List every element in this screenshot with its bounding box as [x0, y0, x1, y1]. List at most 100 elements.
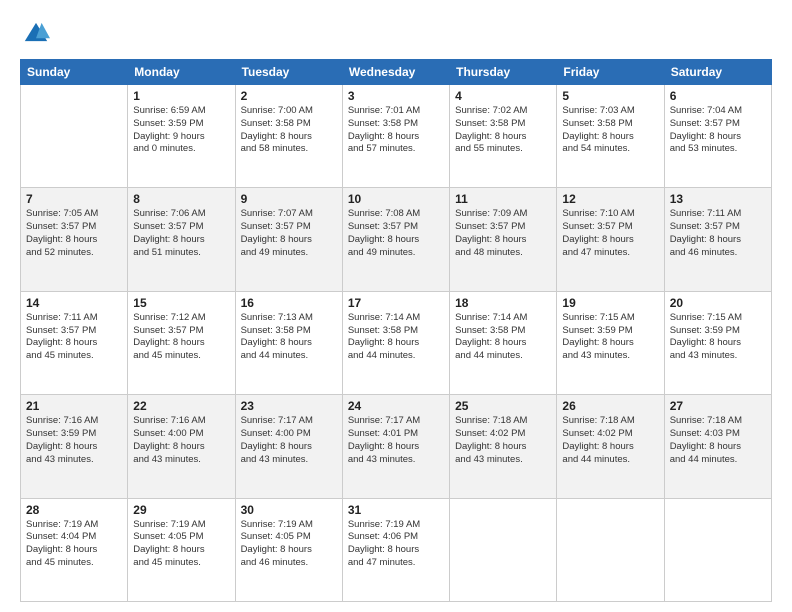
day-number: 1 [133, 89, 229, 103]
cell-content: Sunrise: 7:11 AMSunset: 3:57 PMDaylight:… [26, 312, 122, 363]
cell-content: Sunrise: 7:18 AMSunset: 4:02 PMDaylight:… [455, 415, 551, 466]
day-number: 18 [455, 296, 551, 310]
calendar-cell: 28 Sunrise: 7:19 AMSunset: 4:04 PMDayligh… [21, 498, 128, 601]
logo-icon [22, 18, 50, 46]
calendar-cell [664, 498, 771, 601]
calendar-cell: 1 Sunrise: 6:59 AMSunset: 3:59 PMDaylight… [128, 85, 235, 188]
calendar-cell: 4 Sunrise: 7:02 AMSunset: 3:58 PMDaylight… [450, 85, 557, 188]
day-number: 5 [562, 89, 658, 103]
day-number: 30 [241, 503, 337, 517]
calendar-cell: 23 Sunrise: 7:17 AMSunset: 4:00 PMDayligh… [235, 395, 342, 498]
day-number: 22 [133, 399, 229, 413]
cell-content: Sunrise: 7:19 AMSunset: 4:05 PMDaylight:… [133, 519, 229, 570]
day-number: 19 [562, 296, 658, 310]
day-number: 10 [348, 192, 444, 206]
cell-content: Sunrise: 7:14 AMSunset: 3:58 PMDaylight:… [348, 312, 444, 363]
day-number: 26 [562, 399, 658, 413]
cell-content: Sunrise: 7:16 AMSunset: 3:59 PMDaylight:… [26, 415, 122, 466]
calendar-cell: 19 Sunrise: 7:15 AMSunset: 3:59 PMDayligh… [557, 291, 664, 394]
calendar-cell: 7 Sunrise: 7:05 AMSunset: 3:57 PMDaylight… [21, 188, 128, 291]
day-number: 20 [670, 296, 766, 310]
calendar-cell: 24 Sunrise: 7:17 AMSunset: 4:01 PMDayligh… [342, 395, 449, 498]
calendar-cell: 17Sunrise: 7:14 AMSunset: 3:58 PMDayligh… [342, 291, 449, 394]
calendar-cell: 30 Sunrise: 7:19 AMSunset: 4:05 PMDayligh… [235, 498, 342, 601]
calendar-cell [450, 498, 557, 601]
calendar-cell: 21 Sunrise: 7:16 AMSunset: 3:59 PMDayligh… [21, 395, 128, 498]
day-number: 16 [241, 296, 337, 310]
day-number: 31 [348, 503, 444, 517]
cell-content: Sunrise: 7:15 AMSunset: 3:59 PMDaylight:… [562, 312, 658, 363]
calendar-table: Sunday Monday Tuesday Wednesday Thursday… [20, 59, 772, 602]
calendar-cell: 25 Sunrise: 7:18 AMSunset: 4:02 PMDayligh… [450, 395, 557, 498]
day-number: 7 [26, 192, 122, 206]
day-number: 12 [562, 192, 658, 206]
day-number: 3 [348, 89, 444, 103]
day-number: 28 [26, 503, 122, 517]
calendar-cell: 20 Sunrise: 7:15 AMSunset: 3:59 PMDayligh… [664, 291, 771, 394]
calendar-cell: 15Sunrise: 7:12 AMSunset: 3:57 PMDayligh… [128, 291, 235, 394]
cell-content: Sunrise: 7:18 AMSunset: 4:03 PMDaylight:… [670, 415, 766, 466]
page: Sunday Monday Tuesday Wednesday Thursday… [0, 0, 792, 612]
day-number: 24 [348, 399, 444, 413]
header-friday: Friday [557, 60, 664, 85]
calendar-row: 21 Sunrise: 7:16 AMSunset: 3:59 PMDayligh… [21, 395, 772, 498]
calendar-cell: 9 Sunrise: 7:07 AMSunset: 3:57 PMDaylight… [235, 188, 342, 291]
calendar-cell: 12Sunrise: 7:10 AMSunset: 3:57 PMDayligh… [557, 188, 664, 291]
header-wednesday: Wednesday [342, 60, 449, 85]
cell-content: Sunrise: 7:01 AMSunset: 3:58 PMDaylight:… [348, 105, 444, 156]
cell-content: Sunrise: 7:14 AMSunset: 3:58 PMDaylight:… [455, 312, 551, 363]
day-number: 23 [241, 399, 337, 413]
day-number: 2 [241, 89, 337, 103]
day-number: 9 [241, 192, 337, 206]
calendar-cell [557, 498, 664, 601]
calendar-cell: 18 Sunrise: 7:14 AMSunset: 3:58 PMDayligh… [450, 291, 557, 394]
weekday-header-row: Sunday Monday Tuesday Wednesday Thursday… [21, 60, 772, 85]
header-tuesday: Tuesday [235, 60, 342, 85]
calendar-row: 7 Sunrise: 7:05 AMSunset: 3:57 PMDaylight… [21, 188, 772, 291]
cell-content: Sunrise: 7:19 AMSunset: 4:06 PMDaylight:… [348, 519, 444, 570]
cell-content: Sunrise: 7:17 AMSunset: 4:00 PMDaylight:… [241, 415, 337, 466]
header-sunday: Sunday [21, 60, 128, 85]
cell-content: Sunrise: 7:15 AMSunset: 3:59 PMDaylight:… [670, 312, 766, 363]
day-number: 21 [26, 399, 122, 413]
calendar-row: 28 Sunrise: 7:19 AMSunset: 4:04 PMDayligh… [21, 498, 772, 601]
cell-content: Sunrise: 7:12 AMSunset: 3:57 PMDaylight:… [133, 312, 229, 363]
day-number: 6 [670, 89, 766, 103]
calendar-cell: 3 Sunrise: 7:01 AMSunset: 3:58 PMDaylight… [342, 85, 449, 188]
calendar-row: 14 Sunrise: 7:11 AMSunset: 3:57 PMDayligh… [21, 291, 772, 394]
cell-content: Sunrise: 7:19 AMSunset: 4:05 PMDaylight:… [241, 519, 337, 570]
day-number: 13 [670, 192, 766, 206]
calendar-cell: 2 Sunrise: 7:00 AMSunset: 3:58 PMDaylight… [235, 85, 342, 188]
header-monday: Monday [128, 60, 235, 85]
calendar-cell: 11Sunrise: 7:09 AMSunset: 3:57 PMDayligh… [450, 188, 557, 291]
day-number: 29 [133, 503, 229, 517]
calendar-cell: 22 Sunrise: 7:16 AMSunset: 4:00 PMDayligh… [128, 395, 235, 498]
cell-content: Sunrise: 7:02 AMSunset: 3:58 PMDaylight:… [455, 105, 551, 156]
cell-content: Sunrise: 7:03 AMSunset: 3:58 PMDaylight:… [562, 105, 658, 156]
logo [20, 18, 54, 51]
cell-content: Sunrise: 7:06 AMSunset: 3:57 PMDaylight:… [133, 208, 229, 259]
cell-content: Sunrise: 7:09 AMSunset: 3:57 PMDaylight:… [455, 208, 551, 259]
day-number: 14 [26, 296, 122, 310]
calendar-cell: 27 Sunrise: 7:18 AMSunset: 4:03 PMDayligh… [664, 395, 771, 498]
day-number: 4 [455, 89, 551, 103]
cell-content: Sunrise: 7:19 AMSunset: 4:04 PMDaylight:… [26, 519, 122, 570]
cell-content: Sunrise: 6:59 AMSunset: 3:59 PMDaylight:… [133, 105, 229, 156]
day-number: 25 [455, 399, 551, 413]
calendar-cell: 5 Sunrise: 7:03 AMSunset: 3:58 PMDaylight… [557, 85, 664, 188]
cell-content: Sunrise: 7:18 AMSunset: 4:02 PMDaylight:… [562, 415, 658, 466]
cell-content: Sunrise: 7:17 AMSunset: 4:01 PMDaylight:… [348, 415, 444, 466]
header-thursday: Thursday [450, 60, 557, 85]
cell-content: Sunrise: 7:00 AMSunset: 3:58 PMDaylight:… [241, 105, 337, 156]
calendar-cell: 6Sunrise: 7:04 AMSunset: 3:57 PMDaylight… [664, 85, 771, 188]
day-number: 27 [670, 399, 766, 413]
cell-content: Sunrise: 7:05 AMSunset: 3:57 PMDaylight:… [26, 208, 122, 259]
cell-content: Sunrise: 7:07 AMSunset: 3:57 PMDaylight:… [241, 208, 337, 259]
calendar-cell: 14 Sunrise: 7:11 AMSunset: 3:57 PMDayligh… [21, 291, 128, 394]
cell-content: Sunrise: 7:08 AMSunset: 3:57 PMDaylight:… [348, 208, 444, 259]
cell-content: Sunrise: 7:16 AMSunset: 4:00 PMDaylight:… [133, 415, 229, 466]
calendar-row: 1 Sunrise: 6:59 AMSunset: 3:59 PMDaylight… [21, 85, 772, 188]
calendar-cell: 16Sunrise: 7:13 AMSunset: 3:58 PMDayligh… [235, 291, 342, 394]
calendar-cell: 31 Sunrise: 7:19 AMSunset: 4:06 PMDayligh… [342, 498, 449, 601]
day-number: 8 [133, 192, 229, 206]
